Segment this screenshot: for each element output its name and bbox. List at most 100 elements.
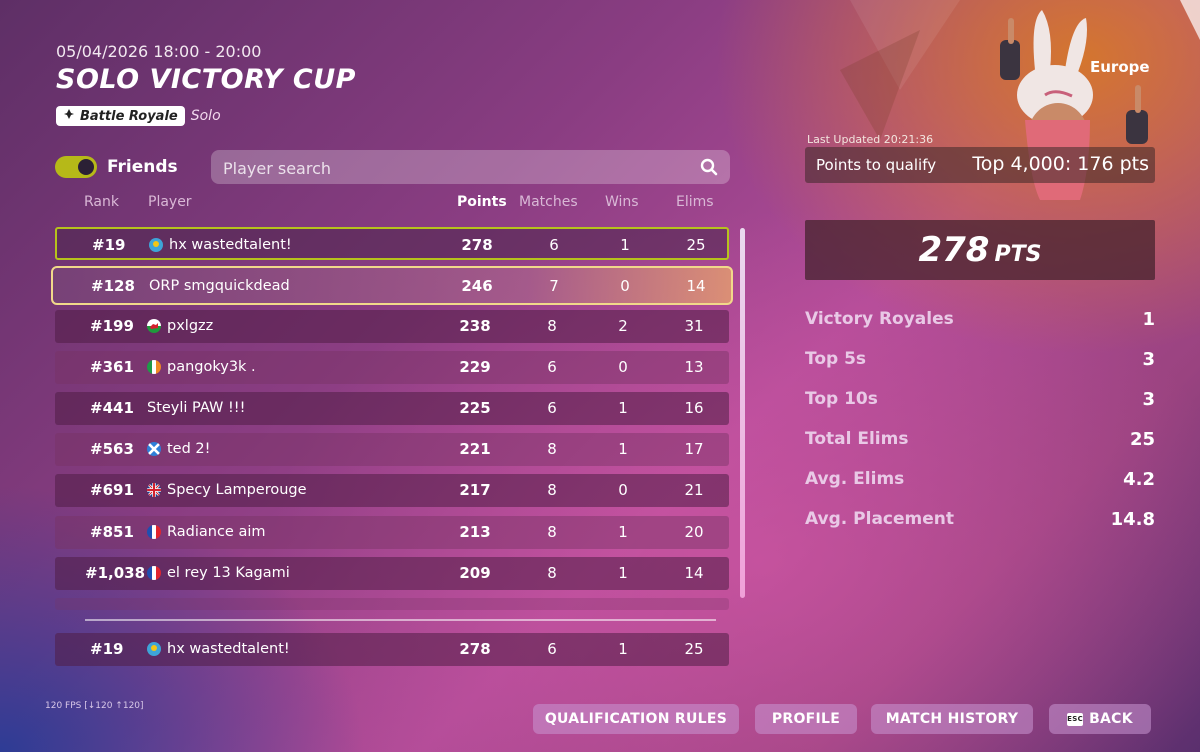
column-header-elims[interactable]: Elims <box>676 194 714 210</box>
row-player: hx wastedtalent! <box>169 237 292 253</box>
row-elims: 14 <box>684 564 704 582</box>
row-player: Radiance aim <box>167 524 266 540</box>
stat-top-5s: Top 5s 3 <box>805 349 1155 373</box>
column-header-matches[interactable]: Matches <box>519 194 578 210</box>
row-points: 229 <box>459 358 491 376</box>
mode-badge-label: Battle Royale <box>80 108 178 124</box>
row-rank: #441 <box>90 399 134 417</box>
back-label: BACK <box>1089 711 1133 727</box>
divider <box>85 619 716 621</box>
back-button[interactable]: ESC BACK <box>1049 704 1151 734</box>
flag-france-icon <box>147 566 161 580</box>
leaderboard-scrollbar[interactable] <box>740 228 745 598</box>
row-player: Steyli PAW !!! <box>147 400 246 416</box>
stat-avg-elims: Avg. Elims 4.2 <box>805 469 1155 493</box>
mode-badge: Battle Royale <box>56 106 185 126</box>
row-matches: 8 <box>547 317 557 335</box>
stat-value: 3 <box>1142 389 1155 410</box>
flag-france-icon <box>147 525 161 539</box>
row-matches: 6 <box>547 640 557 658</box>
stat-label: Avg. Placement <box>805 509 955 529</box>
flag-ireland-icon <box>147 360 161 374</box>
table-row[interactable]: #441 Steyli PAW !!! 225 6 1 16 <box>55 392 729 425</box>
row-elims: 13 <box>684 358 704 376</box>
row-points: 213 <box>459 523 491 541</box>
row-elims: 25 <box>686 236 706 254</box>
friends-toggle[interactable] <box>55 156 97 178</box>
row-rank: #851 <box>90 523 134 541</box>
table-row-partial[interactable] <box>55 598 729 610</box>
region-label: Europe <box>1090 58 1150 76</box>
flag-scotland-icon <box>147 442 161 456</box>
row-player: ted 2! <box>167 441 211 457</box>
row-matches: 8 <box>547 481 557 499</box>
row-elims: 20 <box>684 523 704 541</box>
fps-counter: 120 FPS [↓120 ↑120] <box>45 701 144 711</box>
flag-kazakhstan-icon <box>147 642 161 656</box>
row-rank: #361 <box>90 358 134 376</box>
row-matches: 6 <box>549 236 559 254</box>
stat-value: 14.8 <box>1110 509 1155 530</box>
table-row[interactable]: #691 Specy Lamperouge 217 8 0 21 <box>55 474 729 507</box>
profile-button[interactable]: PROFILE <box>755 704 857 734</box>
qualification-rules-button[interactable]: QUALIFICATION RULES <box>533 704 739 734</box>
row-rank: #19 <box>90 640 124 658</box>
table-row[interactable]: #851 Radiance aim 213 8 1 20 <box>55 516 729 549</box>
stat-label: Victory Royales <box>805 309 954 329</box>
table-row[interactable]: #128 ORP smgquickdead 246 7 0 14 <box>51 266 733 305</box>
column-header-wins[interactable]: Wins <box>605 194 639 210</box>
row-wins: 1 <box>618 640 628 658</box>
row-wins: 1 <box>620 236 630 254</box>
stat-value: 1 <box>1142 309 1155 330</box>
stat-top-10s: Top 10s 3 <box>805 389 1155 413</box>
mode-sub-label: Solo <box>190 108 221 124</box>
row-wins: 2 <box>618 317 628 335</box>
row-player: ORP smgquickdead <box>149 278 290 294</box>
flag-united-kingdom-icon <box>147 483 161 497</box>
row-player: Specy Lamperouge <box>167 482 307 498</box>
friends-label: Friends <box>107 157 178 177</box>
qualify-label: Points to qualify <box>816 156 937 174</box>
row-matches: 6 <box>547 358 557 376</box>
total-points-value: 278 <box>918 230 990 270</box>
table-row[interactable]: #361 pangoky3k . 229 6 0 13 <box>55 351 729 384</box>
row-wins: 1 <box>618 564 628 582</box>
row-points: 278 <box>461 236 493 254</box>
row-wins: 0 <box>618 358 628 376</box>
row-points: 217 <box>459 481 491 499</box>
row-elims: 21 <box>684 481 704 499</box>
table-row[interactable]: #19 hx wastedtalent! 278 6 1 25 <box>55 227 729 260</box>
table-row[interactable]: #199 pxlgzz 238 8 2 31 <box>55 310 729 343</box>
stat-avg-placement: Avg. Placement 14.8 <box>805 509 1155 533</box>
column-header-player: Player <box>148 194 192 210</box>
flag-wales-icon <box>147 319 161 333</box>
row-points: 238 <box>459 317 491 335</box>
table-row[interactable]: #563 ted 2! 221 8 1 17 <box>55 433 729 466</box>
stat-label: Avg. Elims <box>805 469 905 489</box>
mode-row: Battle Royale Solo <box>56 106 221 126</box>
table-row[interactable]: #1,038 el rey 13 Kagami 209 8 1 14 <box>55 557 729 590</box>
row-rank: #691 <box>90 481 134 499</box>
row-matches: 6 <box>547 399 557 417</box>
own-rank-row[interactable]: #19 hx wastedtalent! 278 6 1 25 <box>55 633 729 666</box>
qualify-box: Points to qualify Top 4,000: 176 pts <box>805 147 1155 183</box>
row-points: 225 <box>459 399 491 417</box>
row-matches: 8 <box>547 523 557 541</box>
column-header-points[interactable]: Points <box>457 194 507 210</box>
match-history-button[interactable]: MATCH HISTORY <box>871 704 1033 734</box>
esc-key-icon: ESC <box>1067 712 1084 726</box>
stat-value: 3 <box>1142 349 1155 370</box>
search-icon[interactable] <box>700 158 718 176</box>
row-wins: 0 <box>620 277 630 295</box>
row-rank: #1,038 <box>85 564 146 582</box>
row-elims: 17 <box>684 440 704 458</box>
stat-total-elims: Total Elims 25 <box>805 429 1155 453</box>
search-bar <box>211 150 730 186</box>
stat-label: Top 10s <box>805 389 878 409</box>
total-points-unit: PTS <box>994 242 1042 267</box>
row-player: pxlgzz <box>167 318 214 334</box>
row-points: 221 <box>459 440 491 458</box>
row-points: 209 <box>459 564 491 582</box>
stat-value: 4.2 <box>1123 469 1155 490</box>
player-search-input[interactable] <box>221 150 685 186</box>
